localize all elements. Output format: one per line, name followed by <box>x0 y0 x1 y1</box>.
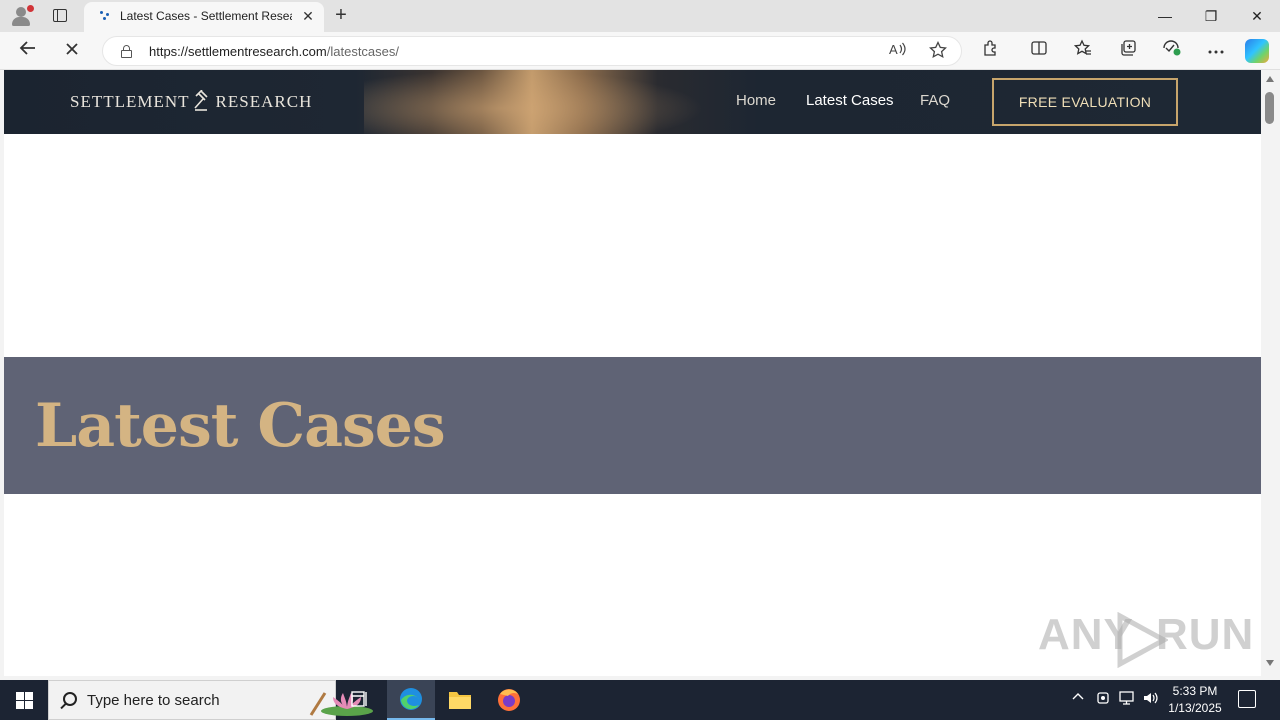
page-scrollbar[interactable] <box>1261 70 1280 676</box>
free-evaluation-button[interactable]: FREE EVALUATION <box>992 78 1178 126</box>
nav-home[interactable]: Home <box>736 92 776 109</box>
tray-overflow-icon[interactable] <box>1071 690 1085 707</box>
browser-essentials-icon[interactable] <box>1159 39 1185 63</box>
system-clock[interactable]: 5:33 PM 1/13/2025 <box>1160 683 1230 717</box>
address-bar[interactable]: https://settlementresearch.com/latestcas… <box>102 36 962 66</box>
nav-faq[interactable]: FAQ <box>920 92 950 109</box>
read-aloud-icon[interactable]: A <box>887 41 909 63</box>
scroll-up-icon[interactable] <box>1266 76 1274 82</box>
loading-favicon-icon <box>100 11 110 21</box>
start-button[interactable] <box>0 680 48 720</box>
browser-tab-active[interactable]: Latest Cases - Settlement Research ✕ <box>84 2 324 32</box>
tab-close-icon[interactable]: ✕ <box>300 8 316 24</box>
network-icon[interactable] <box>1118 690 1136 709</box>
scroll-down-icon[interactable] <box>1266 660 1274 666</box>
search-icon <box>63 692 77 706</box>
logo-text-right: RESEARCH <box>215 92 313 111</box>
more-menu-icon[interactable] <box>1203 39 1229 63</box>
file-explorer-icon[interactable] <box>436 680 484 720</box>
page-viewport: SETTLEMENT RESEARCH Home Latest Cases FAQ… <box>4 70 1261 676</box>
firefox-icon[interactable] <box>485 680 533 720</box>
svg-text:A: A <box>889 42 898 57</box>
page-title-band: Latest Cases <box>4 357 1261 494</box>
header-background-image <box>364 70 704 134</box>
gavel-icon <box>193 90 208 111</box>
profile-avatar-icon[interactable] <box>8 4 34 28</box>
browser-toolbar: https://settlementresearch.com/latestcas… <box>0 32 1280 70</box>
task-view-icon[interactable] <box>336 680 384 720</box>
favorites-icon[interactable] <box>1070 39 1096 63</box>
search-placeholder: Type here to search <box>87 692 220 709</box>
browser-tab-bar: Latest Cases - Settlement Research ✕ + —… <box>0 0 1280 32</box>
logo-text-left: SETTLEMENT <box>70 92 190 111</box>
copilot-icon[interactable] <box>1245 39 1269 63</box>
site-header: SETTLEMENT RESEARCH Home Latest Cases FAQ… <box>4 70 1261 134</box>
taskbar-search[interactable]: Type here to search <box>48 680 373 720</box>
tab-actions-icon[interactable] <box>48 5 72 27</box>
tab-title: Latest Cases - Settlement Research <box>120 9 292 23</box>
windows-taskbar: Type here to search 5:33 PM 1/13/2025 <box>0 680 1280 720</box>
restore-button[interactable]: ❐ <box>1188 0 1234 32</box>
window-close-button[interactable]: ✕ <box>1234 0 1280 32</box>
volume-icon[interactable] <box>1142 690 1160 709</box>
url-text[interactable]: https://settlementresearch.com/latestcas… <box>149 44 399 59</box>
page-title: Latest Cases <box>35 391 446 461</box>
back-arrow-icon[interactable] <box>14 38 42 64</box>
notifications-icon[interactable] <box>1238 690 1256 708</box>
edge-taskbar-icon[interactable] <box>387 680 435 720</box>
minimize-button[interactable]: — <box>1142 0 1188 32</box>
scrollbar-thumb[interactable] <box>1265 92 1274 124</box>
extensions-icon[interactable] <box>978 39 1004 63</box>
anyrun-watermark: ANY RUN <box>1038 610 1253 670</box>
meet-now-icon[interactable] <box>1096 690 1110 709</box>
split-screen-icon[interactable] <box>1026 39 1052 63</box>
stop-loading-icon[interactable] <box>58 38 86 64</box>
watermark-text-right: RUN <box>1156 610 1255 659</box>
lock-icon[interactable] <box>121 45 132 58</box>
nav-latest-cases[interactable]: Latest Cases <box>806 92 894 109</box>
star-icon[interactable] <box>927 40 949 63</box>
new-tab-button[interactable]: + <box>330 4 352 26</box>
collections-icon[interactable] <box>1115 39 1141 63</box>
site-logo[interactable]: SETTLEMENT RESEARCH <box>70 90 312 116</box>
clock-date: 1/13/2025 <box>1168 701 1222 715</box>
clock-time: 5:33 PM <box>1172 684 1218 698</box>
